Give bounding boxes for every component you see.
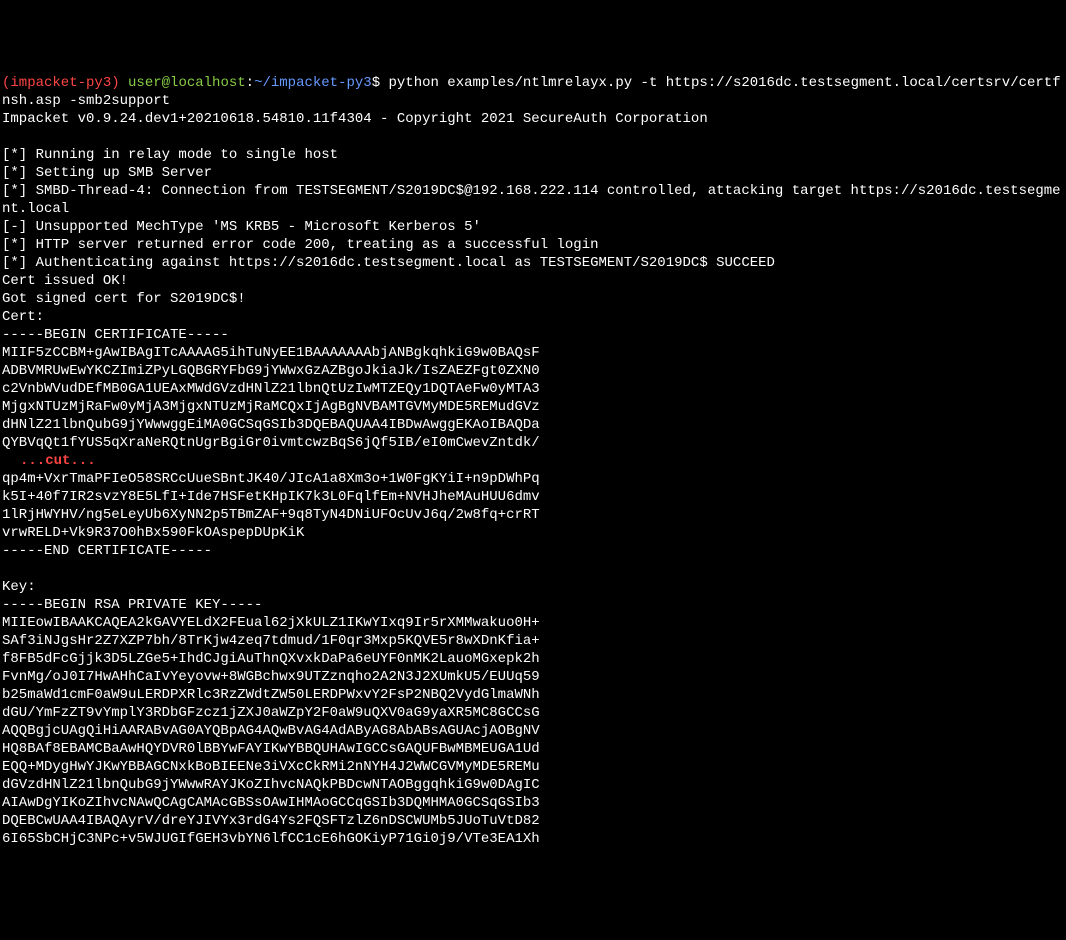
cert-base64-line: dHNlZ21lbnQubG9jYWwwggEiMA0GCSqGSIb3DQEB…	[2, 417, 540, 433]
log-relay-mode: [*] Running in relay mode to single host	[2, 147, 338, 163]
key-base64-line: HQ8BAf8EBAMCBaAwHQYDVR0lBBYwFAYIKwYBBQUH…	[2, 741, 540, 757]
impacket-version: Impacket v0.9.24.dev1+20210618.54810.11f…	[2, 111, 708, 127]
log-unsupported-mechtype: [-] Unsupported MechType 'MS KRB5 - Micr…	[2, 219, 481, 235]
key-base64-line: AIAwDgYIKoZIhvcNAwQCAgCAMAcGBSsOAwIHMAoG…	[2, 795, 540, 811]
log-smbd-thread: [*] SMBD-Thread-4: Connection from TESTS…	[2, 183, 1061, 217]
shell-prompt-line: (impacket-py3) user@localhost:~/impacket…	[2, 75, 1061, 109]
cert-base64-line: c2VnbWVudDEfMB0GA1UEAxMWdGVzdHNlZ21lbnQt…	[2, 381, 540, 397]
key-base64-line: MIIEowIBAAKCAQEA2kGAVYELdX2FEual62jXkULZ…	[2, 615, 540, 631]
key-base64-line: f8FB5dFcGjjk3D5LZGe5+IhdCJgiAuThnQXvxkDa…	[2, 651, 540, 667]
cert-base64-line: QYBVqQt1fYUS5qXraNeRQtnUgrBgiGr0ivmtcwzB…	[2, 435, 540, 451]
sep-colon: :	[246, 75, 254, 91]
log-http-200: [*] HTTP server returned error code 200,…	[2, 237, 599, 253]
cert-base64-line: vrwRELD+Vk9R37O0hBx590FkOAspepDUpKiK	[2, 525, 304, 541]
cert-base64-line: MjgxNTUzMjRaFw0yMjA3MjgxNTUzMjRaMCQxIjAg…	[2, 399, 540, 415]
cert-label: Cert:	[2, 309, 44, 325]
key-base64-line: AQQBgjcUAgQiHiAARABvAG0AYQBpAG4AQwBvAG4A…	[2, 723, 540, 739]
begin-certificate: -----BEGIN CERTIFICATE-----	[2, 327, 229, 343]
terminal-output[interactable]: (impacket-py3) user@localhost:~/impacket…	[2, 74, 1064, 848]
cert-base64-line: k5I+40f7IR2svzY8E5LfI+Ide7HSFetKHpIK7k3L…	[2, 489, 540, 505]
cert-base64-line: qp4m+VxrTmaPFIeO58SRCcUueSBntJK40/JIcA1a…	[2, 471, 540, 487]
key-base64-line: b25maWd1cmF0aW9uLERDPXRlc3RzZWdtZW50LERD…	[2, 687, 540, 703]
got-signed-cert: Got signed cert for S2019DC$!	[2, 291, 246, 307]
cut-marker: ...cut...	[20, 453, 96, 469]
key-base64-line: SAf3iNJgsHr2Z7XZP7bh/8TrKjw4zeq7tdmud/1F…	[2, 633, 540, 649]
cert-issued-ok: Cert issued OK!	[2, 273, 128, 289]
cwd-path: ~/impacket-py3	[254, 75, 372, 91]
venv-name: (impacket-py3)	[2, 75, 120, 91]
cert-base64-line: ADBVMRUwEwYKCZImiZPyLGQBGRYFbG9jYWwxGzAZ…	[2, 363, 540, 379]
key-base64-line: dGVzdHNlZ21lbnQubG9jYWwwRAYJKoZIhvcNAQkP…	[2, 777, 540, 793]
sep-dollar: $	[372, 75, 380, 91]
end-certificate: -----END CERTIFICATE-----	[2, 543, 212, 559]
cert-base64-line: MIIF5zCCBM+gAwIBAgITcAAAAG5ihTuNyEE1BAAA…	[2, 345, 540, 361]
user-host: user@localhost	[128, 75, 246, 91]
key-base64-line: dGU/YmFzZT9vYmplY3RDbGFzcz1jZXJ0aWZpY2F0…	[2, 705, 540, 721]
log-smb-server: [*] Setting up SMB Server	[2, 165, 212, 181]
key-base64-line: DQEBCwUAA4IBAQAyrV/dreYJIVYx3rdG4Ys2FQSF…	[2, 813, 540, 829]
begin-rsa-key: -----BEGIN RSA PRIVATE KEY-----	[2, 597, 262, 613]
cert-base64-line: 1lRjHWYHV/ng5eLeyUb6XyNN2p5TBmZAF+9q8TyN…	[2, 507, 540, 523]
key-label: Key:	[2, 579, 36, 595]
log-auth-succeed: [*] Authenticating against https://s2016…	[2, 255, 775, 271]
key-base64-line: 6I65SbCHjC3NPc+v5WJUGIfGEH3vbYN6lfCC1cE6…	[2, 831, 540, 847]
key-base64-line: FvnMg/oJ0I7HwAHhCaIvYeyovw+8WGBchwx9UTZz…	[2, 669, 540, 685]
key-base64-line: EQQ+MDygHwYJKwYBBAGCNxkBoBIEENe3iVXcCkRM…	[2, 759, 540, 775]
